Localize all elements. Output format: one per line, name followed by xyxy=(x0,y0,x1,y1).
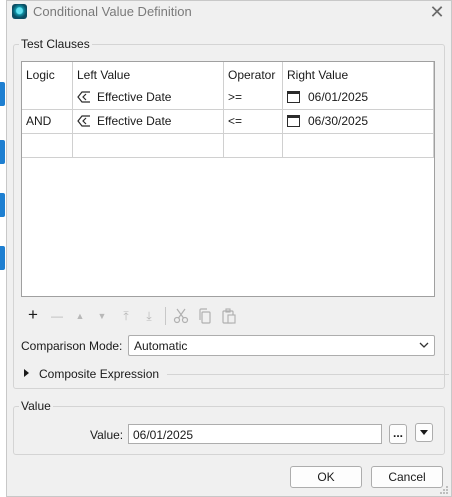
right-value-text: 06/01/2025 xyxy=(308,90,369,104)
value-input[interactable]: 06/01/2025 xyxy=(128,424,382,444)
copy-icon[interactable] xyxy=(197,308,213,324)
move-down-icon[interactable]: ▼ xyxy=(95,306,109,326)
app-icon xyxy=(12,4,27,19)
comparison-mode-select[interactable]: Automatic xyxy=(128,335,435,356)
move-top-icon[interactable]: ⤒ xyxy=(119,306,133,326)
close-button[interactable]: ✕ xyxy=(424,1,450,23)
calendar-icon xyxy=(287,115,300,127)
column-header-logic[interactable]: Logic xyxy=(26,68,55,82)
title-bar[interactable]: Conditional Value Definition ✕ xyxy=(7,1,451,23)
background-accent-mark xyxy=(0,140,5,164)
field-reference-icon xyxy=(77,91,90,103)
dropdown-arrow-icon xyxy=(420,430,428,435)
expander-divider xyxy=(167,374,449,375)
minus-icon[interactable]: — xyxy=(49,306,65,326)
browse-button[interactable]: ... xyxy=(389,424,407,444)
value-input-text: 06/01/2025 xyxy=(133,428,194,442)
resize-grip-icon[interactable] xyxy=(439,485,449,495)
value-group-label: Value xyxy=(19,399,53,413)
logic-cell[interactable]: AND xyxy=(26,114,51,128)
close-icon: ✕ xyxy=(429,2,445,22)
background-accent-mark xyxy=(0,82,5,106)
background-accent-mark xyxy=(0,193,5,217)
conditional-value-dialog: Conditional Value Definition ✕ Test Clau… xyxy=(6,0,452,497)
operator-cell[interactable]: <= xyxy=(228,114,242,128)
ok-button[interactable]: OK xyxy=(290,466,362,488)
table-row[interactable]: Effective Date >= 06/01/2025 xyxy=(22,86,434,109)
table-row[interactable]: AND Effective Date <= 06/30/2025 xyxy=(22,110,434,133)
field-reference-icon xyxy=(77,115,90,127)
operator-cell[interactable]: >= xyxy=(228,90,242,104)
toolbar-separator xyxy=(165,307,166,325)
move-bottom-icon[interactable]: ⤓ xyxy=(142,306,156,326)
value-label: Value: xyxy=(90,428,124,442)
window-title: Conditional Value Definition xyxy=(33,4,192,19)
right-value-cell[interactable]: 06/01/2025 xyxy=(287,90,368,104)
column-header-operator[interactable]: Operator xyxy=(228,68,275,82)
left-value-cell[interactable]: Effective Date xyxy=(77,114,171,128)
cancel-button[interactable]: Cancel xyxy=(371,466,443,488)
calendar-icon xyxy=(287,91,300,103)
chevron-down-icon xyxy=(419,342,429,348)
left-value-text: Effective Date xyxy=(97,90,172,104)
right-value-text: 06/30/2025 xyxy=(308,114,369,128)
move-up-icon[interactable]: ▲ xyxy=(73,306,87,326)
column-header-left-value[interactable]: Left Value xyxy=(77,68,130,82)
value-dropdown-button[interactable] xyxy=(415,423,433,442)
clause-toolbar: + — ▲ ▼ ⤒ ⤓ xyxy=(23,305,243,326)
paste-icon[interactable] xyxy=(221,308,237,324)
left-value-cell[interactable]: Effective Date xyxy=(77,90,171,104)
clauses-table[interactable]: Logic Left Value Operator Right Value Ef… xyxy=(21,61,435,297)
comparison-mode-label: Comparison Mode: xyxy=(21,339,123,353)
composite-expression-label: Composite Expression xyxy=(39,367,160,381)
expand-arrow-icon xyxy=(24,369,29,377)
right-value-cell[interactable]: 06/30/2025 xyxy=(287,114,368,128)
row-divider xyxy=(22,157,434,158)
cut-icon[interactable] xyxy=(173,308,189,324)
plus-icon[interactable]: + xyxy=(25,305,41,325)
left-value-text: Effective Date xyxy=(97,114,172,128)
comparison-mode-value: Automatic xyxy=(134,339,188,353)
composite-expression-expander[interactable]: Composite Expression xyxy=(21,365,449,383)
column-header-right-value[interactable]: Right Value xyxy=(287,68,348,82)
test-clauses-label: Test Clauses xyxy=(19,37,92,51)
background-accent-mark xyxy=(0,246,5,270)
table-row-empty[interactable] xyxy=(22,134,434,157)
